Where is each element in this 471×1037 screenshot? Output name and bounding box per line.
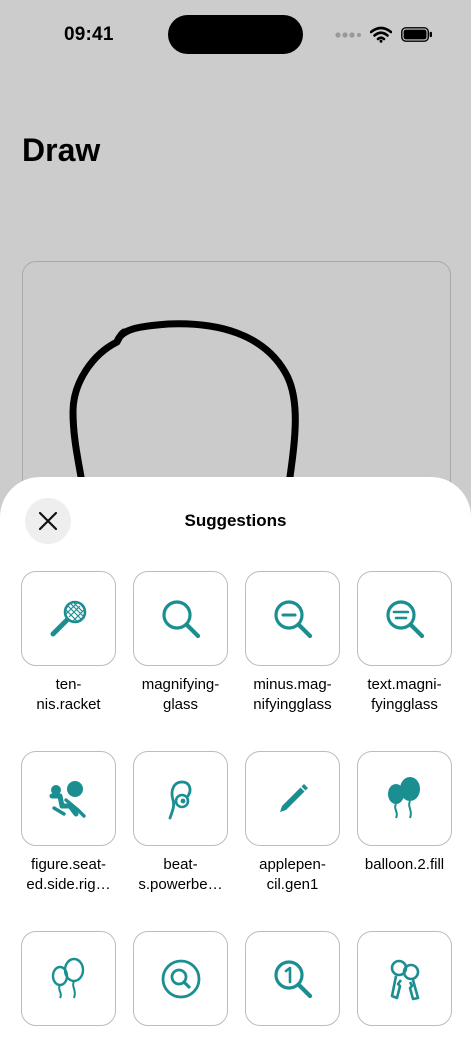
suggestion-tile[interactable] [245, 751, 340, 846]
suggestion-item[interactable]: balloon.2.fill [357, 751, 452, 875]
balloon-2-icon [51, 957, 84, 999]
suggestion-item[interactable]: minus.mag- nifyingglass [245, 571, 340, 715]
suggestion-tile[interactable] [245, 571, 340, 666]
suggestion-label: magnifying- glass [141, 676, 220, 713]
page-title: Draw [22, 132, 101, 168]
magnifying-glass-circle-icon [161, 959, 200, 998]
text-magnifying-glass-icon [385, 599, 424, 638]
suggestion-tile[interactable] [245, 931, 340, 1026]
suggestion-item[interactable] [357, 931, 452, 1035]
status-time: 09:41 [64, 24, 114, 45]
suggestion-tile[interactable] [133, 571, 228, 666]
status-icons [335, 26, 433, 43]
suggestion-tile[interactable] [357, 751, 452, 846]
suggestion-label: balloon.2.fill [364, 856, 445, 873]
apple-pencil-icon [279, 783, 308, 812]
suggestion-tile[interactable] [133, 751, 228, 846]
tennis-racket-icon [50, 600, 86, 636]
key-2-chained-icon [390, 959, 419, 1000]
suggestion-tile[interactable] [21, 931, 116, 1026]
status-bar: 09:41 [0, 0, 471, 70]
magnifying-glass-icon [161, 599, 200, 638]
suggestion-label: figure.seat- ed.side.rig… [26, 856, 111, 893]
suggestion-tile[interactable] [21, 751, 116, 846]
dynamic-island [168, 15, 303, 54]
beats-powerbeats-icon [168, 780, 191, 819]
suggestion-item[interactable]: magnifying- glass [133, 571, 228, 715]
balloon-2-fill-icon [387, 776, 420, 818]
suggestion-item[interactable] [133, 931, 228, 1035]
sheet-title: Suggestions [184, 511, 287, 530]
suggestion-tile[interactable] [357, 571, 452, 666]
suggestion-tile[interactable] [21, 571, 116, 666]
suggestion-label: applepen- cil.gen1 [259, 856, 326, 893]
suggestion-item[interactable] [21, 931, 116, 1035]
suggestion-tile[interactable] [357, 931, 452, 1026]
signal-dots-icon [335, 31, 361, 38]
suggestion-label: text.magni- fyingglass [367, 676, 442, 713]
suggestion-label: minus.mag- nifyingglass [253, 676, 332, 713]
suggestions-sheet: Suggestions ten- nis.racket magnifying- … [0, 477, 471, 1037]
suggestion-item[interactable]: beat- s.powerbe… [133, 751, 228, 895]
suggestion-tile[interactable] [133, 931, 228, 1026]
minus-magnifying-glass-icon [273, 599, 312, 638]
suggestion-item[interactable]: figure.seat- ed.side.rig… [21, 751, 116, 895]
suggestion-item[interactable]: applepen- cil.gen1 [245, 751, 340, 895]
figure-seated-side-icon [49, 780, 86, 818]
suggestion-label: beat- s.powerbe… [138, 856, 223, 893]
suggestion-item[interactable] [245, 931, 340, 1035]
suggestion-item[interactable]: ten- nis.racket [21, 571, 116, 715]
number-magnifying-glass-icon [273, 959, 312, 998]
suggestion-item[interactable]: text.magni- fyingglass [357, 571, 452, 715]
wifi-icon [370, 26, 392, 43]
suggestion-label: ten- nis.racket [36, 676, 101, 713]
battery-icon [401, 27, 432, 42]
